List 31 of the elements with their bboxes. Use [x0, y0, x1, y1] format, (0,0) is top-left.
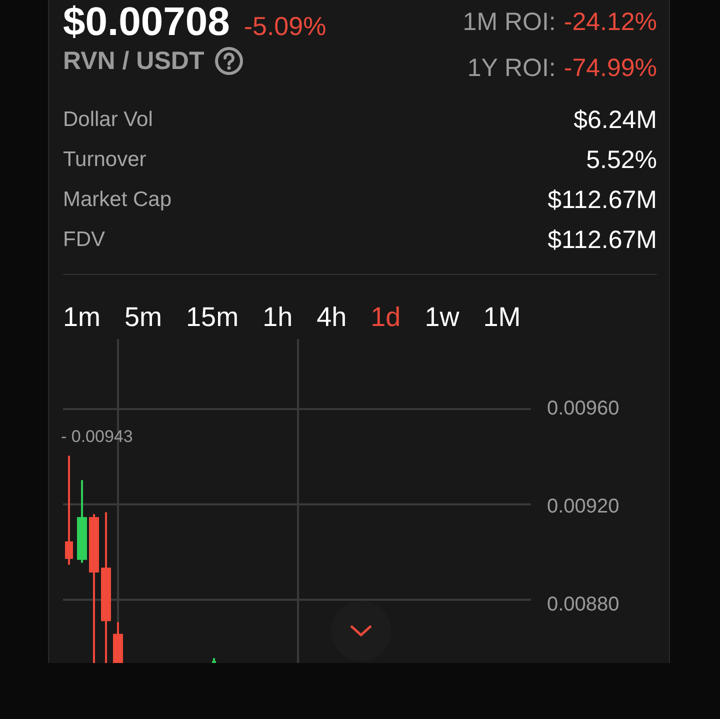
timeframe-tab[interactable]: 1M — [483, 295, 521, 339]
stat-value: 5.52% — [586, 146, 657, 174]
stat-value: $112.67M — [548, 226, 657, 254]
candle — [113, 622, 123, 663]
timeframe-tab[interactable]: 1d — [370, 295, 401, 339]
timeframe-tab[interactable]: 15m — [186, 295, 239, 339]
chevron-down-icon — [350, 625, 372, 637]
help-icon[interactable] — [214, 46, 244, 76]
trading-pair: RVN / USDT — [63, 46, 204, 76]
stat-value: $112.67M — [548, 186, 657, 214]
roi-label: 1M ROI: — [462, 7, 556, 38]
axis-label: 0.00880 — [547, 594, 620, 616]
timeframe-tab[interactable]: 1m — [63, 295, 101, 339]
timeframe-tab[interactable]: 5m — [124, 295, 162, 339]
axis-label: 0.00960 — [547, 398, 620, 420]
stat-label: FDV — [63, 228, 105, 252]
roi-value: -74.99% — [564, 53, 657, 84]
price-marker: - 0.00943 — [61, 427, 133, 447]
timeframe-tab[interactable]: 4h — [316, 295, 347, 339]
stat-value: $6.24M — [574, 106, 657, 134]
candle — [212, 658, 216, 663]
axis-label: 0.00920 — [547, 496, 620, 518]
roi-value: -24.12% — [564, 7, 657, 38]
timeframe-tab[interactable]: 1w — [424, 295, 460, 339]
price-change: -5.09% — [244, 11, 326, 42]
stat-label: Market Cap — [63, 188, 172, 212]
stat-label: Dollar Vol — [63, 108, 153, 132]
price: $0.00708 — [63, 0, 230, 44]
stat-label: Turnover — [63, 148, 146, 172]
timeframe-tab[interactable]: 1h — [262, 295, 293, 339]
roi-label: 1Y ROI: — [467, 53, 556, 84]
